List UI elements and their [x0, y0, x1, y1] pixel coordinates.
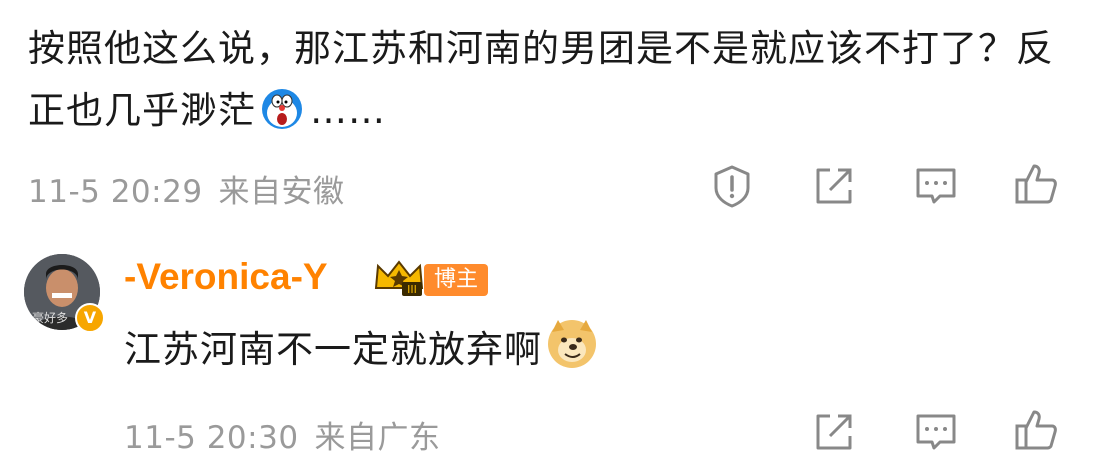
report-button[interactable] [708, 162, 756, 210]
reply-like-button[interactable] [1012, 406, 1060, 454]
doge-emoji-icon [546, 318, 598, 389]
comment-meta: 11-5 20:29 来自安徽 [28, 166, 345, 211]
crown-icon: III [372, 258, 426, 298]
doraemon-emoji-icon [260, 87, 304, 150]
like-icon [1015, 410, 1057, 450]
share-icon [816, 168, 852, 204]
comment-icon [916, 414, 956, 450]
comment-location: 来自安徽 [218, 174, 345, 210]
avatar-caption: 豪好多 [32, 311, 69, 325]
reply-location: 来自广东 [314, 420, 441, 456]
reply-time: 11-5 20:30 [124, 420, 299, 456]
svg-text:III: III [407, 283, 417, 296]
reply-username[interactable]: -Veronica-Y [124, 256, 328, 298]
report-icon [714, 165, 750, 208]
verified-icon: V [75, 303, 105, 333]
reply-meta: 11-5 20:30 来自广东 [124, 412, 441, 457]
reply-comment-button[interactable] [912, 408, 960, 456]
comment-time: 11-5 20:29 [28, 174, 203, 210]
comment-text: 按照他这么说，那江苏和河南的男团是不是就应该不打了？反正也几乎渺茫…… [28, 18, 1088, 150]
like-icon [1015, 164, 1057, 204]
comment-text-part1: 按照他这么说，那江苏和河南的男团是不是就应该不打了？反正也几乎渺茫 [28, 27, 1054, 132]
reply-text: 江苏河南不一定就放弃啊 [124, 318, 604, 389]
share-icon [816, 414, 852, 450]
blogger-badge: 博主 [424, 264, 489, 296]
comment-icon [916, 168, 956, 204]
reply-text-body: 江苏河南不一定就放弃啊 [124, 328, 542, 371]
share-button[interactable] [810, 162, 858, 210]
comment-text-part2: …… [310, 89, 386, 132]
like-button[interactable] [1012, 160, 1060, 208]
comment-button[interactable] [912, 162, 960, 210]
reply-share-button[interactable] [810, 408, 858, 456]
